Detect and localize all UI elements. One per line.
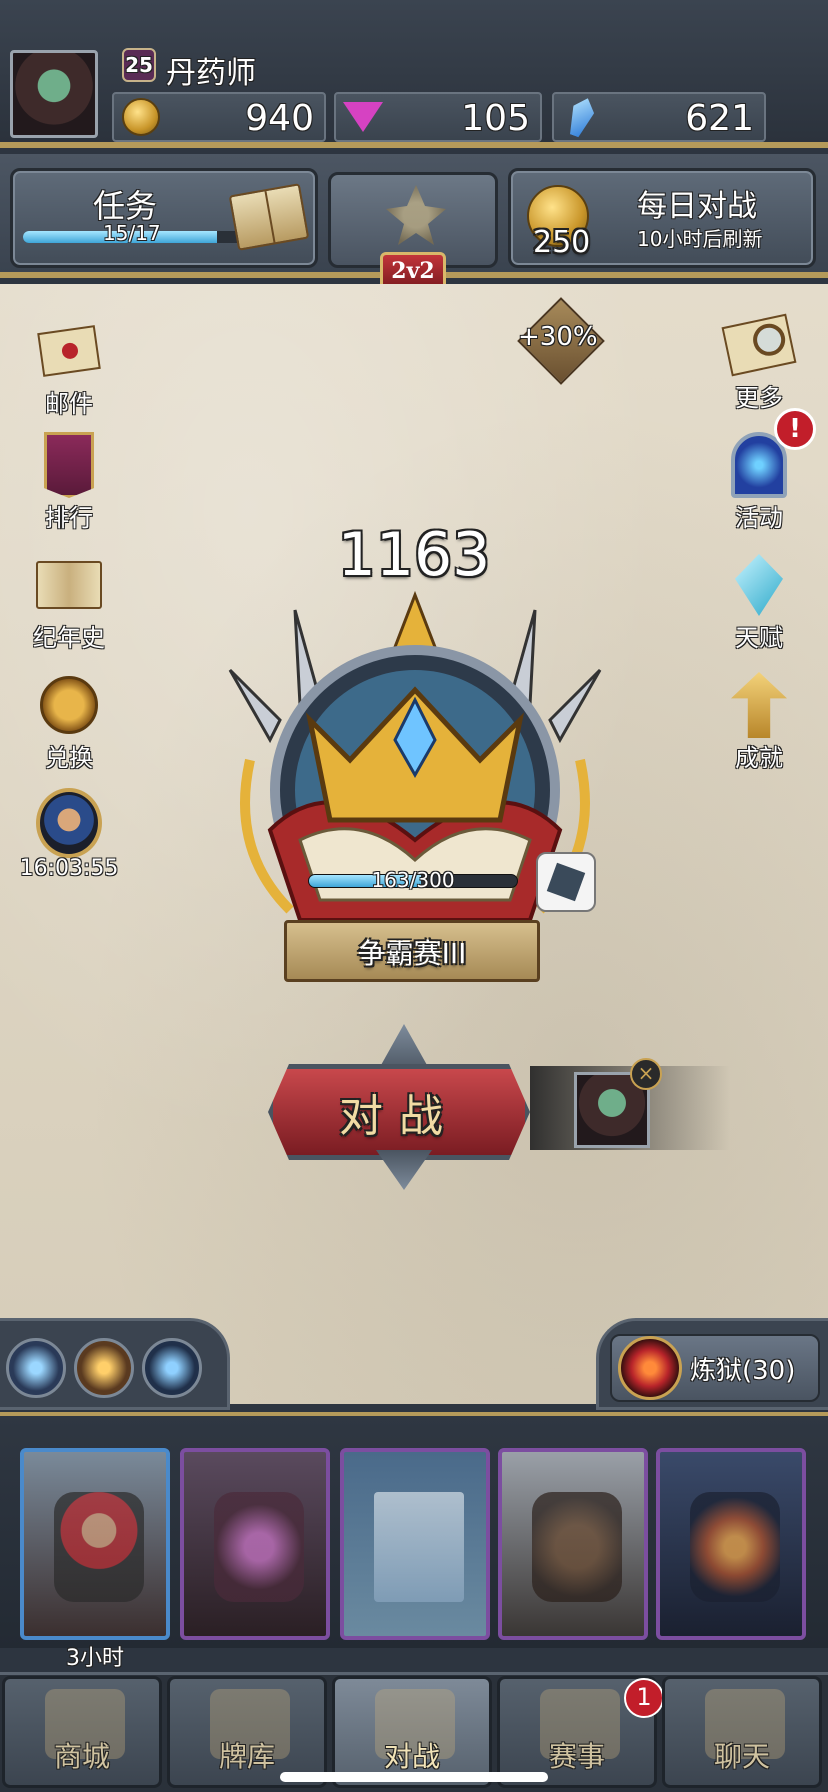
chariot-art	[532, 1492, 622, 1602]
skill-star-icon[interactable]	[6, 1338, 66, 1398]
gold-value: 940	[245, 98, 314, 139]
card-timer: 3小时	[66, 1646, 124, 1671]
nav-battle-label: 对战	[383, 1740, 440, 1773]
crystal-value: 621	[685, 98, 754, 139]
bonus-text: +30%	[518, 322, 598, 352]
nav-deck-label: 牌库	[218, 1740, 275, 1773]
card-hero-dwarf[interactable]	[20, 1448, 170, 1640]
card-cauldron[interactable]	[180, 1448, 330, 1640]
gem-icon	[342, 96, 384, 138]
sidebar-item-more[interactable]: 更多	[704, 312, 814, 422]
sidebar-label-mail: 邮件	[45, 390, 93, 418]
cauldron-art	[214, 1492, 304, 1602]
magnifier-icon	[721, 313, 797, 377]
nav-shop-label: 商城	[53, 1740, 110, 1773]
temple-art	[374, 1492, 464, 1602]
events-notification-badge: 1	[624, 1678, 664, 1718]
medal-icon	[40, 676, 98, 734]
sidebar-item-hero-timer[interactable]: 16:03:55	[14, 788, 124, 900]
rank-points: 1163	[337, 520, 491, 590]
battle-button-label: 对战	[339, 1091, 459, 1142]
deck-card-bubble-icon[interactable]	[536, 852, 596, 912]
card-chariot[interactable]	[498, 1448, 648, 1640]
card-fire-whip[interactable]	[656, 1448, 806, 1640]
rank-progress-text: 163/300	[371, 868, 455, 892]
sidebar-label-talent: 天赋	[735, 624, 783, 652]
mail-icon	[37, 325, 101, 377]
quest-panel[interactable]: 任务 15/17	[10, 168, 318, 268]
player-avatar[interactable]	[10, 50, 98, 138]
mode-emblem-icon	[386, 185, 446, 245]
sidebar-label-chronicle: 纪年史	[33, 624, 105, 652]
events-alert-badge: !	[774, 408, 816, 450]
crystal-counter[interactable]: 621	[552, 92, 766, 142]
purgatory-label: 炼狱(30)	[690, 1356, 796, 1386]
nav-chat-button[interactable]: 聊天	[662, 1676, 822, 1788]
sidebar-label-exchange: 兑换	[45, 744, 93, 772]
card-temple[interactable]	[340, 1448, 490, 1640]
fire-whip-art	[690, 1492, 780, 1602]
dwarf-warrior-art	[54, 1492, 144, 1602]
home-indicator[interactable]	[280, 1772, 548, 1782]
nav-chat-label: 聊天	[713, 1740, 770, 1773]
battle-button[interactable]: 对战	[268, 1064, 530, 1160]
daily-refresh-text: 10小时后刷新	[637, 227, 763, 251]
gem-value: 105	[461, 98, 530, 139]
sidebar-label-achievements: 成就	[735, 744, 783, 772]
banner-icon	[44, 432, 94, 498]
gem-counter[interactable]: 105	[334, 92, 542, 142]
player-name: 丹药师	[166, 56, 256, 91]
daily-battle-title: 每日对战	[637, 189, 757, 224]
sidebar-item-exchange[interactable]: 兑换	[14, 672, 124, 782]
arrow-up-icon	[731, 672, 787, 738]
skill-swirl-icon[interactable]	[142, 1338, 202, 1398]
tier-name: 争霸赛III	[357, 937, 467, 970]
sidebar-item-mail[interactable]: 邮件	[14, 318, 124, 428]
gold-counter[interactable]: 940	[112, 92, 326, 142]
gold-coin-icon	[120, 96, 162, 138]
flame-icon	[618, 1336, 682, 1400]
quest-book-icon	[228, 183, 310, 251]
sidebar-item-achievements[interactable]: 成就	[704, 672, 814, 782]
hero-timer: 16:03:55	[19, 856, 119, 881]
skill-fire-icon[interactable]	[74, 1338, 134, 1398]
quest-progress-text: 15/17	[103, 221, 161, 245]
nav-events-label: 赛事	[548, 1740, 605, 1773]
daily-battle-panel[interactable]: 250 每日对战 10小时后刷新	[508, 168, 816, 268]
close-icon[interactable]: ×	[630, 1058, 662, 1090]
nav-shop-button[interactable]: 商城	[2, 1676, 162, 1788]
hero-portrait-icon	[36, 788, 102, 858]
player-level-badge: 25	[122, 48, 156, 82]
daily-reward: 250	[533, 225, 591, 260]
crystal-shard-icon	[560, 96, 602, 138]
